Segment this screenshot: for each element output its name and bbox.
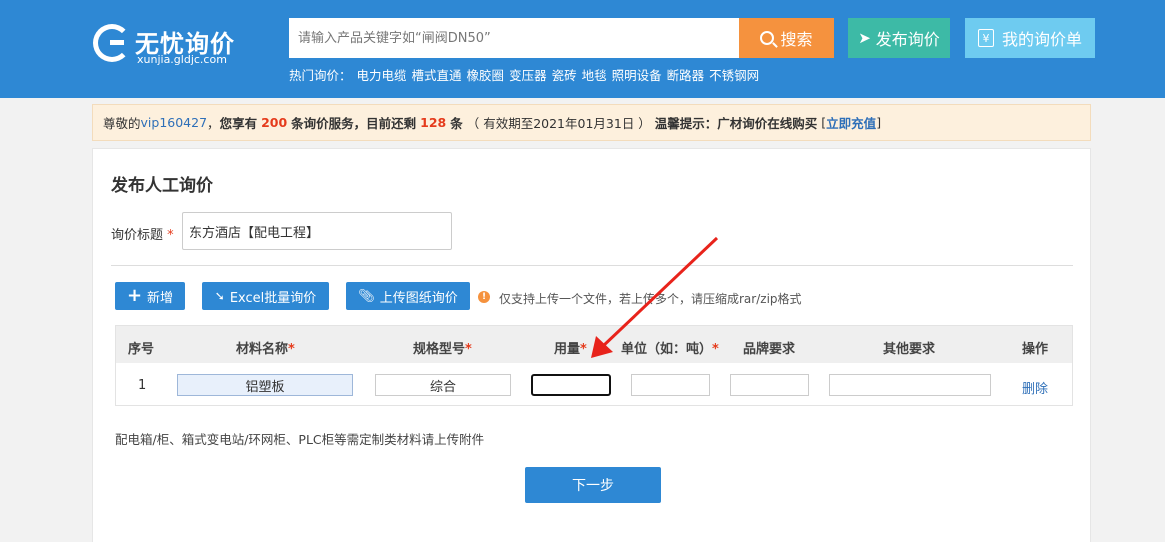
column-header-qty: 用量* (554, 338, 587, 357)
my-inquiries-label: 我的询价单 (1001, 30, 1082, 49)
spec-model-input[interactable] (375, 374, 511, 396)
hot-word-link[interactable]: 地毯 (582, 65, 607, 84)
inquiry-form-panel: 发布人工询价 询价标题 * + 新增 ➘ Excel批量询价 📎︎ 上传图纸询价… (92, 148, 1091, 542)
unit-input[interactable] (631, 374, 710, 396)
inquiry-title-label: 询价标题 * (111, 224, 174, 243)
required-mark: * (712, 342, 719, 357)
column-header-text: 材料名称 (236, 342, 289, 357)
brand-input[interactable] (730, 374, 809, 396)
hot-word-link[interactable]: 变压器 (509, 65, 547, 84)
notice-username: vip160427 (140, 115, 208, 130)
notice-remaining-count: 128 (420, 115, 447, 130)
other-requirements-input[interactable] (829, 374, 991, 396)
required-mark: * (580, 342, 587, 357)
search-button-label: 搜索 (780, 30, 813, 49)
column-header-index: 序号 (128, 342, 155, 357)
column-header-unit: 单位（如：吨）* (621, 338, 719, 357)
material-name-input[interactable] (177, 374, 353, 396)
notice-validity: （ 有效期至2021年01月31日 ） (466, 116, 651, 131)
column-header-text: 用量 (554, 342, 581, 357)
quota-notice-bar: 尊敬的 vip160427 ， 您享有 200 条询价服务，目前还剩 128 条… (92, 104, 1091, 141)
notice-prefix: 尊敬的 (103, 116, 141, 131)
quantity-input[interactable] (531, 374, 611, 396)
column-header-brand: 品牌要求 (743, 342, 796, 357)
delete-row-link[interactable]: 删除 (1022, 378, 1048, 397)
import-arrow-icon: ➘ (214, 289, 225, 303)
upload-drawing-label: 上传图纸询价 (379, 290, 458, 306)
add-row-button[interactable]: + 新增 (115, 282, 185, 310)
publish-inquiry-button[interactable]: ➤ 发布询价 (848, 18, 950, 58)
recharge-link[interactable]: 立即充值 (826, 113, 876, 132)
hot-word-link[interactable]: 照明设备 (612, 65, 662, 84)
notice-separator: ， (207, 116, 220, 131)
yen-receipt-icon: ¥ (977, 29, 994, 47)
notice-tip: 温馨提示：广材询价在线购买 (654, 116, 818, 131)
hot-searches: 热门询价： 电力电缆 槽式直通 橡胶圈 变压器 瓷砖 地毯 照明设备 断路器 不… (289, 65, 759, 84)
my-inquiries-button[interactable]: ¥ 我的询价单 (965, 18, 1095, 58)
hot-word-link[interactable]: 电力电缆 (357, 65, 407, 84)
top-header-bar: 无忧询价 xunjia.gldjc.com 搜索 ➤ 发布询价 ¥ 我的询价单 … (0, 0, 1165, 98)
inquiry-title-input[interactable] (182, 212, 452, 250)
paperclip-icon: 📎︎ (358, 288, 375, 304)
notice-total-count: 200 (261, 115, 288, 130)
upload-drawing-button[interactable]: 📎︎ 上传图纸询价 (346, 282, 470, 310)
column-header-material: 材料名称* (236, 338, 295, 357)
info-icon: ! (478, 291, 490, 303)
logo-domain: xunjia.gldjc.com (137, 53, 227, 66)
column-header-other: 其他要求 (883, 342, 936, 357)
section-divider (111, 265, 1073, 266)
plus-icon: + (126, 285, 143, 306)
notice-text: 您享有 (219, 116, 258, 131)
upload-hint: 仅支持上传一个文件，若上传多个，请压缩成rar/zip格式 (499, 292, 802, 306)
paper-plane-icon: ➤ (858, 29, 871, 47)
next-step-button[interactable]: 下一步 (525, 467, 661, 503)
notice-text: 条 (450, 116, 463, 131)
column-header-text: 规格型号 (413, 342, 466, 357)
hot-word-link[interactable]: 瓷砖 (552, 65, 577, 84)
column-header-text: 单位（如：吨） (621, 342, 713, 357)
column-header-spec: 规格型号* (413, 338, 472, 357)
hot-searches-label: 热门询价： (289, 68, 352, 83)
page-title: 发布人工询价 (111, 176, 213, 196)
logo-mark-icon (93, 24, 131, 62)
search-input[interactable] (289, 18, 739, 58)
required-mark: * (288, 342, 295, 357)
hot-word-link[interactable]: 槽式直通 (412, 65, 462, 84)
add-row-label: 新增 (147, 290, 174, 306)
column-header-action: 操作 (1022, 342, 1049, 357)
custom-material-note: 配电箱/柜、箱式变电站/环网柜、PLC柜等需定制类材料请上传附件 (115, 432, 485, 447)
required-mark: * (167, 228, 174, 243)
notice-text: 条询价服务，目前还剩 (291, 116, 417, 131)
inquiry-title-label-text: 询价标题 (111, 228, 164, 243)
hot-word-link[interactable]: 不锈钢网 (709, 65, 759, 84)
materials-table: 序号 材料名称* 规格型号* 用量* 单位（如：吨）* 品牌要求 其他要求 操作… (115, 325, 1073, 406)
table-header: 序号 材料名称* 规格型号* 用量* 单位（如：吨）* 品牌要求 其他要求 操作 (116, 326, 1072, 363)
search-button[interactable]: 搜索 (739, 18, 834, 58)
site-logo[interactable]: 无忧询价 xunjia.gldjc.com (93, 22, 253, 72)
row-index: 1 (138, 378, 147, 393)
recharge-bracket: ] (876, 115, 882, 130)
required-mark: * (465, 342, 472, 357)
excel-batch-label: Excel批量询价 (229, 290, 317, 306)
publish-inquiry-label: 发布询价 (875, 30, 940, 49)
hot-word-link[interactable]: 断路器 (667, 65, 705, 84)
hot-word-link[interactable]: 橡胶圈 (467, 65, 505, 84)
excel-batch-inquiry-button[interactable]: ➘ Excel批量询价 (202, 282, 329, 310)
search-icon (760, 31, 775, 45)
